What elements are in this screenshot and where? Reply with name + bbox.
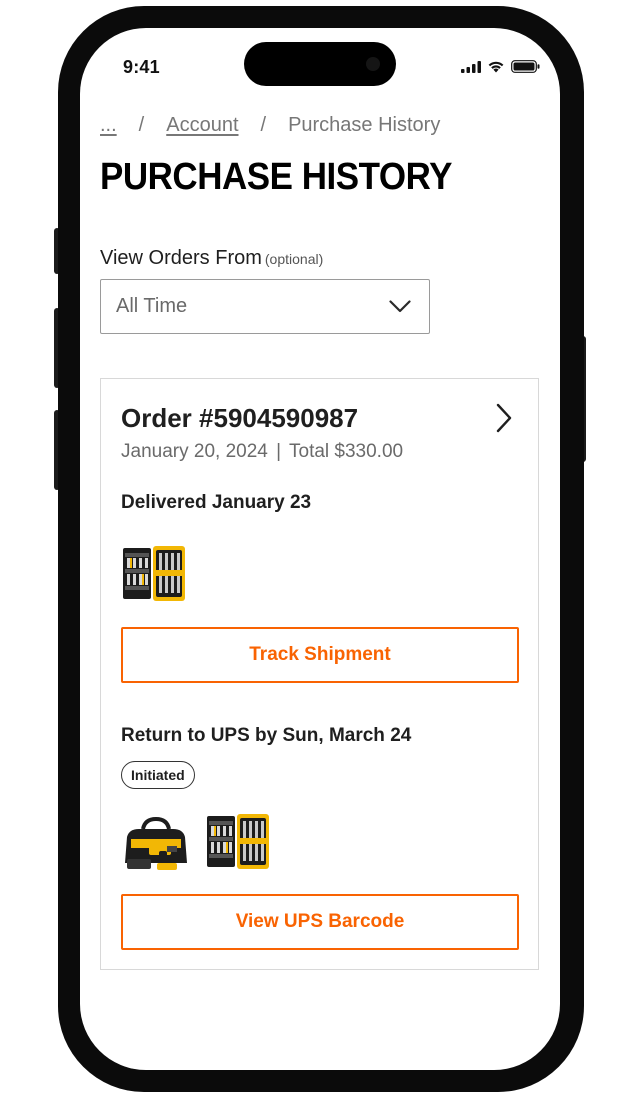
camera-icon	[366, 57, 380, 71]
page-title: PURCHASE HISTORY	[100, 156, 453, 198]
delivery-status: Delivered January 23	[121, 492, 312, 513]
phone-screen: 9:41 ... / Account / Purchase History PU…	[80, 28, 560, 1070]
filter-label: View Orders From (optional)	[100, 247, 323, 270]
chevron-down-icon	[389, 300, 411, 313]
orders-period-select[interactable]: All Time	[100, 279, 430, 334]
order-number[interactable]: Order #5904590987	[121, 403, 358, 434]
order-total: Total $330.00	[289, 441, 404, 462]
dynamic-island	[244, 42, 396, 86]
chevron-right-icon[interactable]	[496, 403, 512, 433]
breadcrumb-separator: /	[138, 114, 145, 136]
status-time: 9:41	[123, 57, 160, 77]
product-thumbnail-bit-set[interactable]	[205, 813, 271, 871]
status-icons	[461, 60, 540, 73]
track-shipment-button[interactable]: Track Shipment	[121, 627, 519, 683]
return-status-badge: Initiated	[121, 761, 195, 789]
order-card: Order #5904590987 January 20, 2024 | Tot…	[100, 378, 539, 970]
breadcrumb: ... / Account / Purchase History	[100, 114, 440, 137]
optional-hint: (optional)	[264, 251, 324, 267]
product-thumbnail-drill-kit[interactable]	[121, 815, 191, 871]
meta-separator: |	[276, 441, 282, 462]
order-date: January 20, 2024	[121, 441, 268, 462]
filter-label-text: View Orders From	[100, 247, 262, 269]
breadcrumb-ellipsis[interactable]: ...	[100, 114, 117, 137]
return-deadline: Return to UPS by Sun, March 24	[121, 725, 412, 746]
battery-icon	[511, 60, 540, 73]
breadcrumb-current: Purchase History	[288, 114, 441, 136]
product-thumbnail-bit-set[interactable]	[121, 545, 187, 603]
breadcrumb-account[interactable]: Account	[166, 114, 238, 137]
select-value: All Time	[116, 295, 188, 317]
breadcrumb-separator: /	[260, 114, 267, 136]
view-ups-barcode-button[interactable]: View UPS Barcode	[121, 894, 519, 950]
wifi-icon	[488, 61, 504, 73]
order-meta: January 20, 2024 | Total $330.00	[121, 441, 403, 463]
signal-icon	[461, 60, 481, 73]
